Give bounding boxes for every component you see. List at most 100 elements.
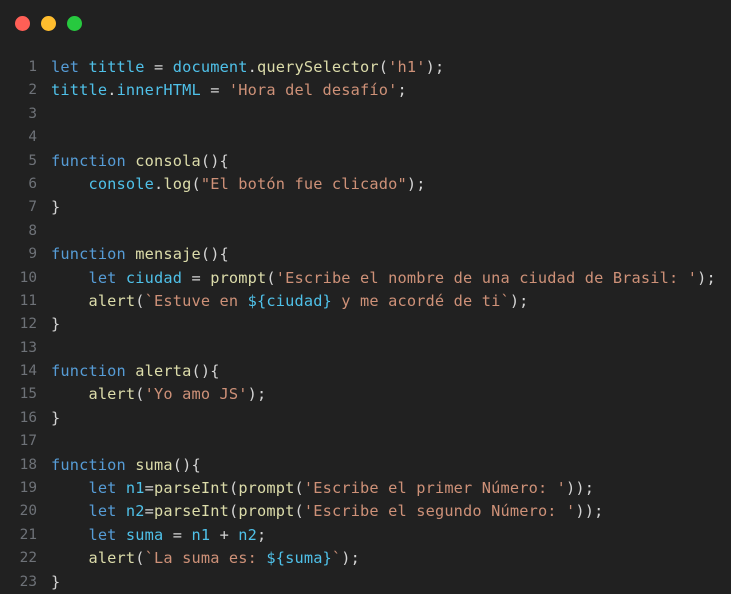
- code-token: (: [266, 268, 276, 287]
- code-line[interactable]: 3: [0, 103, 731, 126]
- code-token: function: [51, 455, 126, 474]
- line-number: 3: [28, 105, 37, 122]
- code-line[interactable]: 9 function mensaje(){: [0, 243, 731, 266]
- code-line[interactable]: 4: [0, 126, 731, 149]
- code-area[interactable]: 1 let tittle = document.querySelector('h1…: [0, 46, 731, 594]
- code-line-content[interactable]: [37, 337, 60, 360]
- code-token: n2: [238, 525, 258, 544]
- code-line[interactable]: 15 alert('Yo amo JS');: [0, 383, 731, 406]
- code-line[interactable]: 10 let ciudad = prompt('Escribe el nombr…: [0, 267, 731, 290]
- code-line-content[interactable]: [37, 220, 60, 243]
- code-line-content[interactable]: }: [37, 407, 60, 430]
- titlebar: [0, 0, 731, 46]
- code-token: `: [331, 549, 342, 568]
- code-token: ${suma}: [266, 549, 332, 568]
- code-token: (: [228, 479, 239, 498]
- code-line-content[interactable]: function mensaje(){: [37, 243, 229, 266]
- code-line-content[interactable]: }: [37, 196, 60, 219]
- code-line-content[interactable]: console.log("El botón fue clicado");: [37, 173, 426, 196]
- code-line[interactable]: 18 function suma(){: [0, 454, 731, 477]
- line-number: 12: [19, 316, 37, 333]
- code-line[interactable]: 7}: [0, 196, 731, 219]
- code-line-content[interactable]: alert(`La suma es: ${suma}`);: [37, 547, 360, 570]
- code-token: tittle: [88, 58, 145, 76]
- code-line-content[interactable]: tittle.innerHTML = 'Hora del desafío';: [37, 79, 407, 102]
- code-token: (){: [200, 151, 229, 170]
- code-line[interactable]: 17: [0, 430, 731, 453]
- code-line[interactable]: 11 alert(`Estuve en ${ciudad} y me acord…: [0, 290, 731, 313]
- code-token: =: [200, 81, 229, 100]
- code-token: let: [88, 479, 117, 498]
- code-line[interactable]: 8: [0, 220, 731, 243]
- line-number: 14: [19, 363, 37, 380]
- code-line[interactable]: 13: [0, 337, 731, 360]
- close-button[interactable]: [15, 15, 30, 31]
- code-line[interactable]: 19 let n1=parseInt(prompt('Escribe el pr…: [0, 477, 731, 500]
- line-number: 10: [19, 269, 37, 286]
- code-token: (: [135, 549, 145, 568]
- code-line-content[interactable]: function consola(){: [37, 150, 229, 173]
- code-token: .: [247, 58, 258, 76]
- code-token: "El botón fue clicado": [200, 174, 407, 193]
- code-line[interactable]: 5 function consola(){: [0, 150, 731, 173]
- code-token: suma: [135, 455, 173, 474]
- code-token: ));: [575, 502, 604, 521]
- code-line[interactable]: 22 alert(`La suma es: ${suma}`);: [0, 547, 731, 570]
- code-token: alert: [88, 385, 136, 404]
- code-line-content[interactable]: let ciudad = prompt('Escribe el nombre d…: [37, 267, 716, 290]
- code-token: (){: [191, 362, 220, 381]
- code-token: let: [88, 525, 117, 544]
- code-line[interactable]: 23}: [0, 571, 731, 594]
- code-line-content[interactable]: function suma(){: [37, 454, 201, 477]
- code-line[interactable]: 6 console.log("El botón fue clicado");: [0, 173, 731, 196]
- minimize-button[interactable]: [41, 15, 56, 31]
- maximize-button[interactable]: [67, 15, 82, 31]
- code-line-content[interactable]: [37, 103, 60, 126]
- code-line-content[interactable]: }: [37, 571, 60, 594]
- code-token: 'Yo amo JS': [144, 385, 248, 404]
- code-line-content[interactable]: function alerta(){: [37, 360, 220, 383]
- code-token: );: [406, 174, 426, 193]
- code-line-content[interactable]: let suma = n1 + n2;: [37, 524, 266, 547]
- code-line-content[interactable]: }: [37, 313, 60, 336]
- code-token: (: [378, 58, 389, 76]
- line-number: 9: [28, 246, 37, 263]
- code-token: let: [88, 502, 117, 521]
- code-line[interactable]: 1 let tittle = document.querySelector('h1…: [0, 56, 731, 79]
- code-line[interactable]: 20 let n2=parseInt(prompt('Escribe el se…: [0, 500, 731, 523]
- code-token: innerHTML: [116, 81, 201, 100]
- code-line-content[interactable]: [37, 126, 60, 149]
- code-line[interactable]: 2 tittle.innerHTML = 'Hora del desafío';: [0, 79, 731, 102]
- line-number: 2: [28, 82, 37, 99]
- code-token: );: [247, 385, 267, 404]
- code-line-content[interactable]: let tittle = document.querySelector('h1'…: [37, 56, 444, 79]
- code-line-content[interactable]: alert('Yo amo JS');: [37, 383, 266, 406]
- line-number: 17: [19, 433, 37, 450]
- code-token: prompt: [238, 479, 295, 498]
- code-line-content[interactable]: [37, 430, 60, 453]
- code-token: );: [697, 268, 716, 287]
- code-token: );: [341, 549, 361, 568]
- line-number: 5: [28, 152, 37, 169]
- code-line[interactable]: 21 let suma = n1 + n2;: [0, 524, 731, 547]
- code-token: }: [51, 408, 61, 427]
- code-line[interactable]: 12}: [0, 313, 731, 336]
- code-line-content[interactable]: let n1=parseInt(prompt('Escribe el prime…: [37, 477, 594, 500]
- code-token: consola: [135, 151, 201, 170]
- code-token: ${ciudad}: [247, 291, 332, 310]
- code-line-content[interactable]: alert(`Estuve en ${ciudad} y me acordé d…: [37, 290, 529, 313]
- code-token: ciudad: [125, 268, 183, 287]
- code-line[interactable]: 14 function alerta(){: [0, 360, 731, 383]
- code-token: (){: [172, 455, 201, 474]
- code-token: ;: [397, 81, 407, 100]
- code-line-content[interactable]: let n2=parseInt(prompt('Escribe el segun…: [37, 500, 603, 523]
- code-token: parseInt: [154, 479, 229, 498]
- code-line[interactable]: 16}: [0, 407, 731, 430]
- code-token: document: [172, 58, 248, 76]
